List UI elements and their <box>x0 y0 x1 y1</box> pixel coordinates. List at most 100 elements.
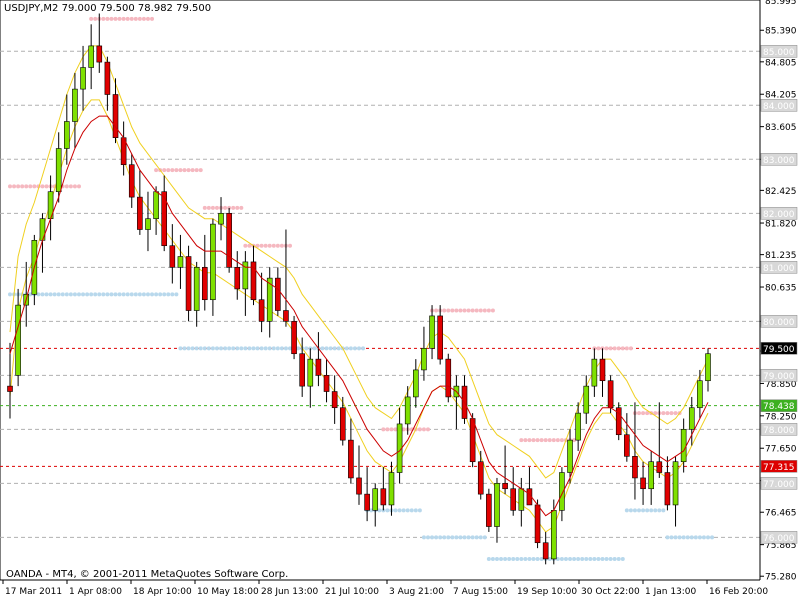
support-dot <box>40 292 45 297</box>
resistance-dot <box>628 346 633 351</box>
resistance-dot <box>442 308 447 313</box>
current-price-label: 79.500 <box>763 345 795 355</box>
bull-candle <box>680 429 687 463</box>
support-dot <box>223 346 228 351</box>
bear-candle <box>299 353 305 387</box>
support-dot <box>275 346 280 351</box>
resistance-dot <box>141 16 146 21</box>
support-dot <box>405 508 410 513</box>
resistance-dot <box>40 184 45 189</box>
bear-candle <box>226 213 232 268</box>
mt4-chart-window[interactable]: 85.39084.80584.20583.60583.00082.42581.8… <box>0 0 800 600</box>
support-dot <box>438 535 443 540</box>
grid-level-label: 82.000 <box>763 210 795 220</box>
bear-candle <box>486 493 492 527</box>
support-dot <box>105 292 110 297</box>
bear-candle <box>104 61 111 95</box>
resistance-dot <box>288 243 293 248</box>
bull-candle <box>307 358 314 387</box>
resistance-dot <box>263 243 268 248</box>
support-dot <box>336 346 341 351</box>
support-dot <box>482 535 487 540</box>
resistance-dot <box>206 205 211 210</box>
bull-candle <box>177 256 184 268</box>
support-dot <box>486 556 491 561</box>
price-chart[interactable]: 85.39084.80584.20583.60583.00082.42581.8… <box>0 0 800 600</box>
support-dot <box>219 346 224 351</box>
support-dot <box>109 292 114 297</box>
support-dot <box>255 346 260 351</box>
resistance-dot <box>604 346 609 351</box>
bull-candle <box>193 267 200 311</box>
resistance-dot <box>68 184 73 189</box>
support-dot <box>568 556 573 561</box>
resistance-dot <box>259 243 264 248</box>
support-dot <box>434 535 439 540</box>
bear-candle <box>510 488 517 511</box>
resistance-dot <box>637 411 642 416</box>
resistance-dot <box>154 168 159 173</box>
support-dot <box>478 535 483 540</box>
resistance-dot <box>673 411 678 416</box>
support-dot <box>515 556 520 561</box>
grid-level-label: 79.000 <box>763 372 795 382</box>
resistance-dot <box>93 16 98 21</box>
support-dot <box>137 292 142 297</box>
price-tick-label: 75.280 <box>765 573 797 583</box>
resistance-dot <box>608 346 613 351</box>
support-dot <box>645 508 650 513</box>
bear-candle <box>445 358 452 398</box>
time-tick-label: 3 Aug 21:00 <box>389 587 444 597</box>
resistance-dot <box>214 205 219 210</box>
time-tick-label: 19 Sep 10:00 <box>517 587 577 597</box>
support-dot <box>263 346 268 351</box>
support-dot <box>267 346 272 351</box>
support-dot <box>572 556 577 561</box>
grid-level-label: 85.000 <box>763 48 795 58</box>
resistance-dot <box>174 168 179 173</box>
ohlc-readout: 79.000 79.500 78.982 79.500 <box>61 3 212 14</box>
bear-candle <box>477 461 484 495</box>
resistance-dot <box>519 438 524 443</box>
grid-level-label: 77.000 <box>763 480 795 490</box>
support-dot <box>637 508 642 513</box>
resistance-dot <box>76 184 81 189</box>
support-dot <box>649 508 654 513</box>
support-dot <box>145 292 150 297</box>
support-dot <box>64 292 69 297</box>
support-dot <box>68 292 73 297</box>
resistance-dot <box>243 243 248 248</box>
support-dot <box>202 346 207 351</box>
bull-candle <box>705 353 711 382</box>
support-dot <box>76 292 81 297</box>
bear-candle <box>275 277 281 311</box>
resistance-dot <box>612 346 617 351</box>
support-dot <box>52 292 57 297</box>
support-dot <box>97 292 102 297</box>
support-dot <box>174 292 179 297</box>
support-dot <box>247 346 252 351</box>
resistance-dot <box>117 16 122 21</box>
support-dot <box>531 556 536 561</box>
resistance-dot <box>421 427 426 432</box>
support-dot <box>259 346 264 351</box>
resistance-dot <box>381 427 386 432</box>
level-label-green: 78.438 <box>763 402 795 412</box>
resistance-dot <box>190 168 195 173</box>
resistance-dot <box>474 308 479 313</box>
resistance-dot <box>417 427 422 432</box>
bull-candle <box>80 67 86 90</box>
bear-candle <box>323 375 330 392</box>
support-dot <box>129 292 134 297</box>
resistance-dot <box>547 438 552 443</box>
resistance-dot <box>669 411 674 416</box>
support-dot <box>81 292 86 297</box>
support-dot <box>206 346 211 351</box>
support-dot <box>624 508 629 513</box>
resistance-dot <box>539 438 544 443</box>
support-dot <box>474 535 479 540</box>
support-dot <box>166 292 171 297</box>
bull-candle <box>550 510 557 560</box>
support-dot <box>604 556 609 561</box>
bear-candle <box>331 391 338 409</box>
